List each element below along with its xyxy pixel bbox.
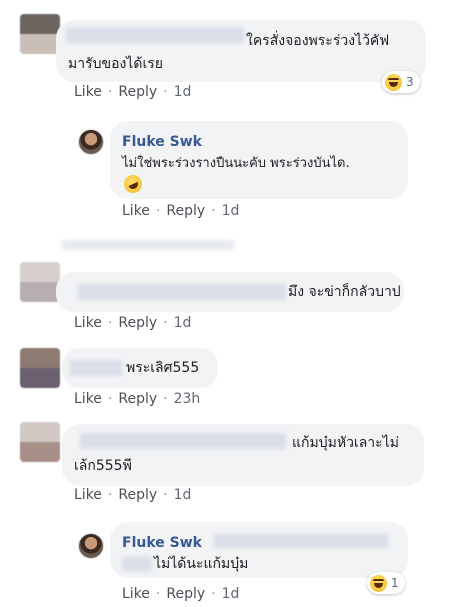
avatar[interactable] (20, 422, 60, 462)
laugh-emoji-icon (370, 574, 387, 592)
like-link[interactable]: Like (122, 586, 150, 602)
timestamp[interactable]: 1d (174, 315, 192, 331)
comment-text-line: เล้ก555พี (74, 458, 132, 474)
reply-bubble: Fluke Swk ไม่ใช่พระร่วงรางปืนนะคับ พระร่… (110, 121, 408, 199)
avatar[interactable] (20, 262, 60, 302)
comment-text-line: ใครสั่งจองพระร่วงไว้คัฟ (246, 33, 390, 49)
comment-bubble: แก้มบุ๋มหัวเลาะไม่ เล้ก555พี (62, 424, 424, 486)
like-link[interactable]: Like (74, 315, 102, 331)
rofl-emoji-icon (121, 172, 145, 200)
comment-text: มึง จะข่าก็กลัวบาป (288, 284, 401, 300)
redacted-author-name (78, 284, 286, 300)
comment-bubble: พระเลิศ555 (62, 348, 218, 388)
redacted-text (122, 557, 152, 571)
comment-text-line: มารับของได้เรย (68, 56, 163, 72)
redacted-author-name (66, 27, 244, 43)
author-name[interactable]: Fluke Swk (122, 532, 202, 554)
reaction-badge[interactable]: 1 (367, 572, 405, 594)
reply-link[interactable]: Reply (118, 487, 157, 503)
comment-text: พระเลิศ555 (126, 360, 200, 376)
reaction-count: 1 (391, 576, 399, 590)
like-link[interactable]: Like (74, 84, 102, 100)
timestamp[interactable]: 1d (174, 84, 192, 100)
reply-actions: Like · Reply · 1d (122, 203, 240, 219)
redacted-line (62, 240, 234, 250)
timestamp[interactable]: 23h (174, 391, 201, 407)
reply-link[interactable]: Reply (118, 84, 157, 100)
comment-text-line: แก้มบุ๋มหัวเลาะไม่ (292, 435, 399, 451)
comment-actions: Like · Reply · 1d (74, 315, 192, 331)
like-link[interactable]: Like (74, 391, 102, 407)
reply-link[interactable]: Reply (118, 315, 157, 331)
laugh-emoji-icon (385, 73, 402, 91)
avatar[interactable] (20, 348, 60, 388)
comment-actions: Like · Reply · 23h (74, 391, 201, 407)
like-link[interactable]: Like (74, 487, 102, 503)
timestamp[interactable]: 1d (222, 586, 240, 602)
reaction-badge[interactable]: 3 (382, 71, 420, 93)
redacted-author-name (80, 433, 286, 449)
like-link[interactable]: Like (122, 203, 150, 219)
comment-actions: Like · Reply · 1d (74, 487, 192, 503)
reply-text: ไม่ใช่พระร่วงรางปืนนะคับ พระร่วงบันได. (122, 156, 350, 171)
timestamp[interactable]: 1d (174, 487, 192, 503)
redacted-text (214, 534, 388, 548)
comment-actions: Like · Reply · 1d (74, 84, 192, 100)
reaction-count: 3 (406, 75, 414, 89)
reply-link[interactable]: Reply (166, 586, 205, 602)
redacted-author-name (70, 360, 122, 376)
reply-bubble: Fluke Swk ไม่ได้นะแก้มบุ๋ม (110, 522, 408, 578)
timestamp[interactable]: 1d (222, 203, 240, 219)
reply-actions: Like · Reply · 1d (122, 586, 240, 602)
avatar[interactable] (78, 129, 104, 155)
reply-text: ไม่ได้นะแก้มบุ๋ม (154, 556, 249, 572)
reply-link[interactable]: Reply (166, 203, 205, 219)
comment-bubble: ใครสั่งจองพระร่วงไว้คัฟ มารับของได้เรย (56, 20, 426, 82)
comment-bubble: มึง จะข่าก็กลัวบาป (56, 272, 404, 312)
avatar[interactable] (78, 533, 104, 559)
avatar[interactable] (20, 14, 60, 54)
author-name[interactable]: Fluke Swk (122, 131, 202, 153)
reply-link[interactable]: Reply (118, 391, 157, 407)
